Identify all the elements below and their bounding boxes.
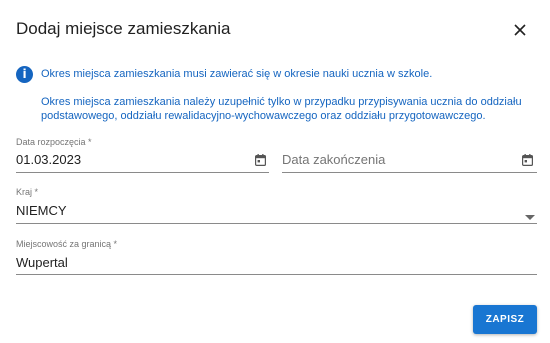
country-value[interactable]: NIEMCY (16, 203, 67, 218)
info-message-scope: Okres miejsca zamieszkania należy uzupeł… (41, 96, 522, 122)
end-date-placeholder[interactable]: Data zakończenia (282, 152, 385, 167)
calendar-icon[interactable] (522, 153, 534, 171)
city-abroad-field[interactable]: Miejscowość za granicą * Wupertal (16, 239, 537, 275)
end-date-field[interactable]: Data zakończenia (282, 137, 537, 173)
start-date-underline (16, 172, 269, 173)
dialog-title: Dodaj miejsce zamieszkania (16, 19, 231, 38)
calendar-icon[interactable] (255, 153, 267, 171)
close-icon[interactable] (511, 21, 529, 39)
country-underline (16, 223, 537, 224)
info-icon: i (16, 66, 33, 83)
start-date-value[interactable]: 01.03.2023 (16, 152, 81, 167)
add-residence-dialog: Dodaj miejsce zamieszkania i Okres miejs… (0, 0, 550, 343)
country-select[interactable]: Kraj * NIEMCY (16, 187, 537, 224)
end-date-underline (282, 172, 537, 173)
save-button[interactable]: ZAPISZ (473, 305, 537, 334)
country-label: Kraj * (16, 187, 39, 197)
city-abroad-underline (16, 274, 537, 275)
city-abroad-label: Miejscowość za granicą * (16, 239, 118, 249)
city-abroad-value[interactable]: Wupertal (16, 255, 68, 270)
start-date-field[interactable]: Data rozpoczęcia * 01.03.2023 (16, 137, 269, 173)
info-message-period: Okres miejsca zamieszkania musi zawierać… (41, 68, 433, 80)
start-date-label: Data rozpoczęcia * (16, 137, 92, 147)
